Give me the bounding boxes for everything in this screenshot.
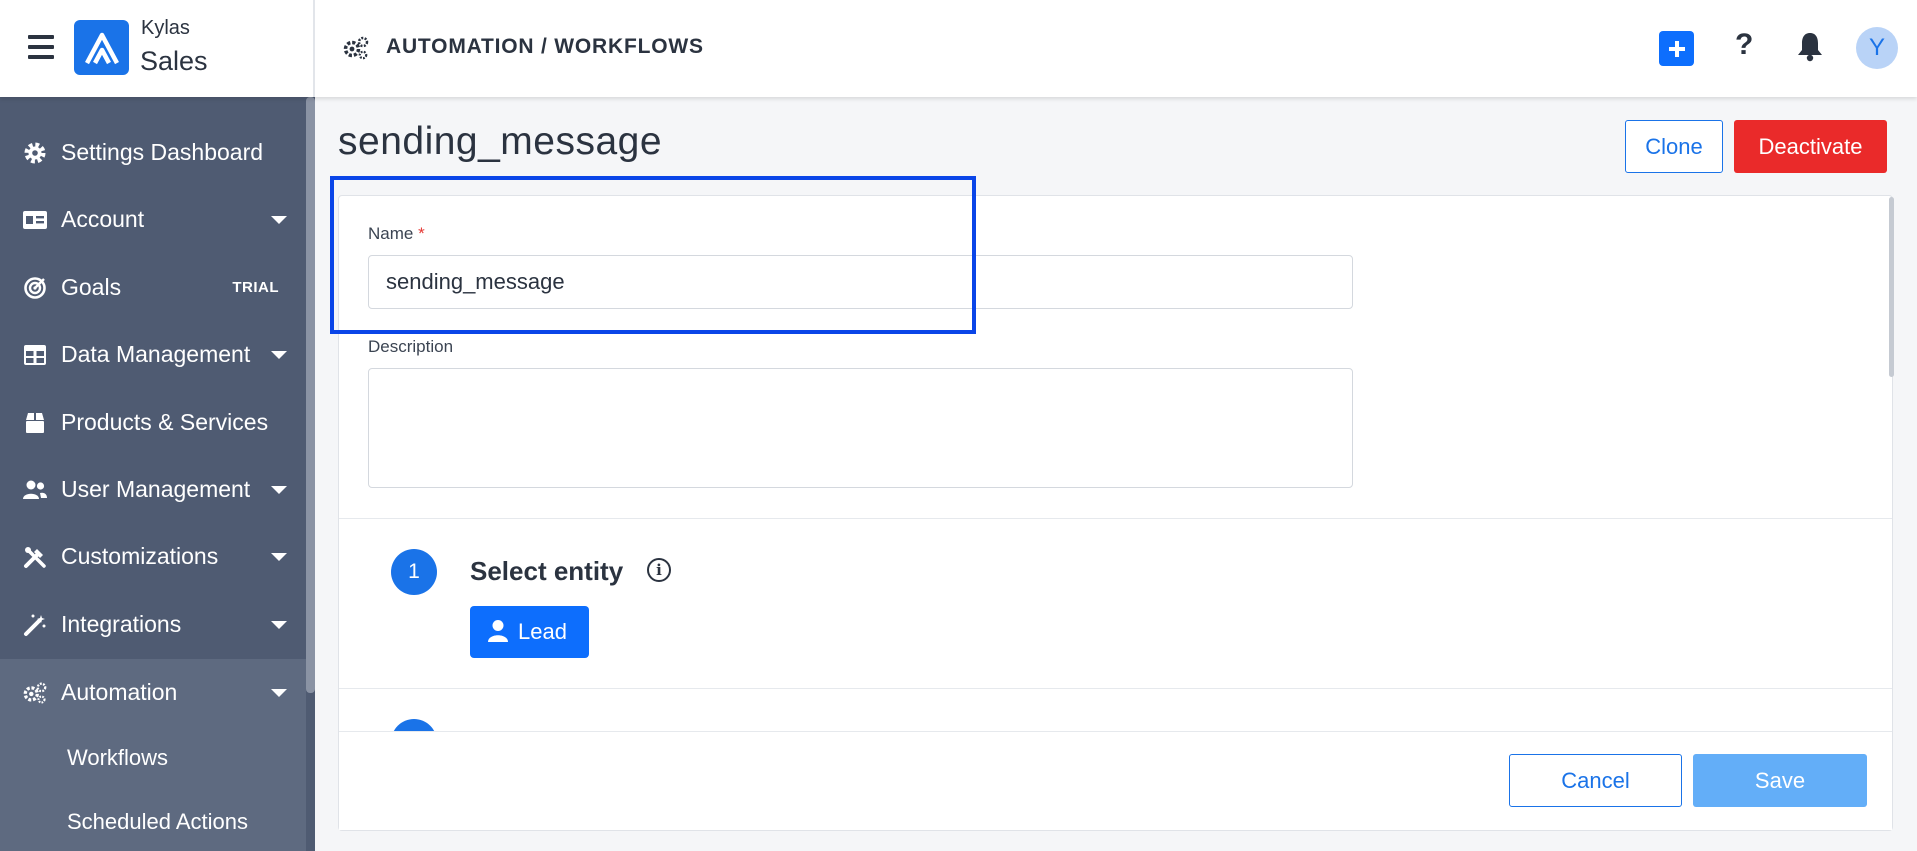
sidebar-scrollbar[interactable] (306, 97, 315, 693)
kylas-logo[interactable] (74, 20, 129, 75)
sidebar-subitem-label: Workflows (67, 745, 169, 770)
notification-bell-icon[interactable] (1796, 30, 1824, 67)
table-icon (22, 342, 48, 368)
card-scrollbar[interactable] (1889, 197, 1894, 377)
sidebar-item-automation[interactable]: Automation (0, 659, 306, 726)
sidebar-item-label: Integrations (61, 611, 182, 637)
entity-lead-label: Lead (518, 619, 567, 644)
gears-icon (342, 36, 370, 65)
name-label-text: Name (368, 224, 414, 243)
avatar[interactable]: Y (1856, 27, 1898, 69)
footer-divider (339, 731, 1892, 732)
sidebar-item-customizations[interactable]: Customizations (0, 523, 306, 590)
entity-lead-button[interactable]: Lead (470, 606, 589, 658)
header-divider (313, 0, 315, 97)
section-divider (339, 518, 1892, 519)
user-icon (487, 619, 509, 649)
breadcrumb: AUTOMATION / WORKFLOWS (386, 35, 704, 58)
sidebar-item-label: User Management (61, 476, 251, 502)
id-card-icon (22, 207, 48, 233)
sidebar-item-label: Automation (61, 679, 178, 705)
target-icon (22, 275, 48, 301)
sidebar-item-user-management[interactable]: User Management (0, 456, 306, 523)
gear-icon (22, 140, 48, 166)
top-header: Kylas Sales AUTOMATION / WORKFLOWS ? Y (0, 0, 1917, 97)
sidebar-item-settings-dashboard[interactable]: Settings Dashboard (0, 119, 306, 186)
name-field[interactable]: sending_message (368, 255, 1353, 309)
sidebar-item-label: Products & Services (61, 409, 269, 435)
sidebar-item-label: Data Management (61, 341, 251, 367)
hamburger-menu-icon[interactable] (28, 34, 54, 60)
sidebar-item-data-management[interactable]: Data Management (0, 321, 306, 388)
deactivate-button[interactable]: Deactivate (1734, 120, 1887, 173)
info-icon[interactable]: i (647, 558, 671, 582)
help-icon[interactable]: ? (1735, 28, 1753, 62)
step-number-badge: 1 (391, 549, 437, 595)
brand-name: Kylas (141, 17, 190, 39)
chevron-down-icon (271, 688, 287, 697)
sidebar-item-integrations[interactable]: Integrations (0, 591, 306, 658)
sidebar-item-label: Customizations (61, 543, 219, 569)
sidebar-subitem-scheduled-actions[interactable]: Scheduled Actions (0, 790, 306, 851)
plus-icon (1668, 40, 1685, 57)
page-title: sending_message (338, 120, 663, 163)
box-icon (22, 410, 48, 436)
description-field[interactable] (368, 368, 1353, 488)
sidebar-subitem-label: Scheduled Actions (67, 809, 249, 834)
sidebar-item-label: Settings Dashboard (61, 139, 264, 165)
magic-wand-icon (22, 612, 48, 638)
brand-product: Sales (140, 46, 208, 76)
chevron-down-icon (271, 485, 287, 494)
chevron-down-icon (271, 620, 287, 629)
sidebar-subitem-workflows[interactable]: Workflows (0, 726, 306, 790)
name-field-label: Name * (368, 224, 425, 244)
cancel-button[interactable]: Cancel (1509, 754, 1682, 807)
users-icon (22, 477, 48, 503)
sidebar-item-label: Goals (61, 274, 122, 300)
step-title: Select entity (470, 556, 624, 586)
trial-badge: TRIAL (232, 279, 279, 296)
description-field-label: Description (368, 337, 454, 356)
sidebar-item-goals[interactable]: Goals TRIAL (0, 254, 306, 321)
chevron-down-icon (271, 350, 287, 359)
save-button[interactable]: Save (1693, 754, 1867, 807)
section-divider (339, 688, 1892, 689)
chevron-down-icon (271, 215, 287, 224)
add-button[interactable] (1659, 31, 1694, 66)
sidebar-item-label: Account (61, 206, 145, 232)
required-marker: * (418, 224, 425, 243)
chevron-down-icon (271, 552, 287, 561)
clone-button[interactable]: Clone (1625, 120, 1723, 173)
tools-icon (22, 544, 48, 570)
sidebar-item-products-services[interactable]: Products & Services (0, 389, 306, 456)
sidebar-item-account[interactable]: Account (0, 186, 306, 253)
gears-icon (22, 680, 48, 706)
